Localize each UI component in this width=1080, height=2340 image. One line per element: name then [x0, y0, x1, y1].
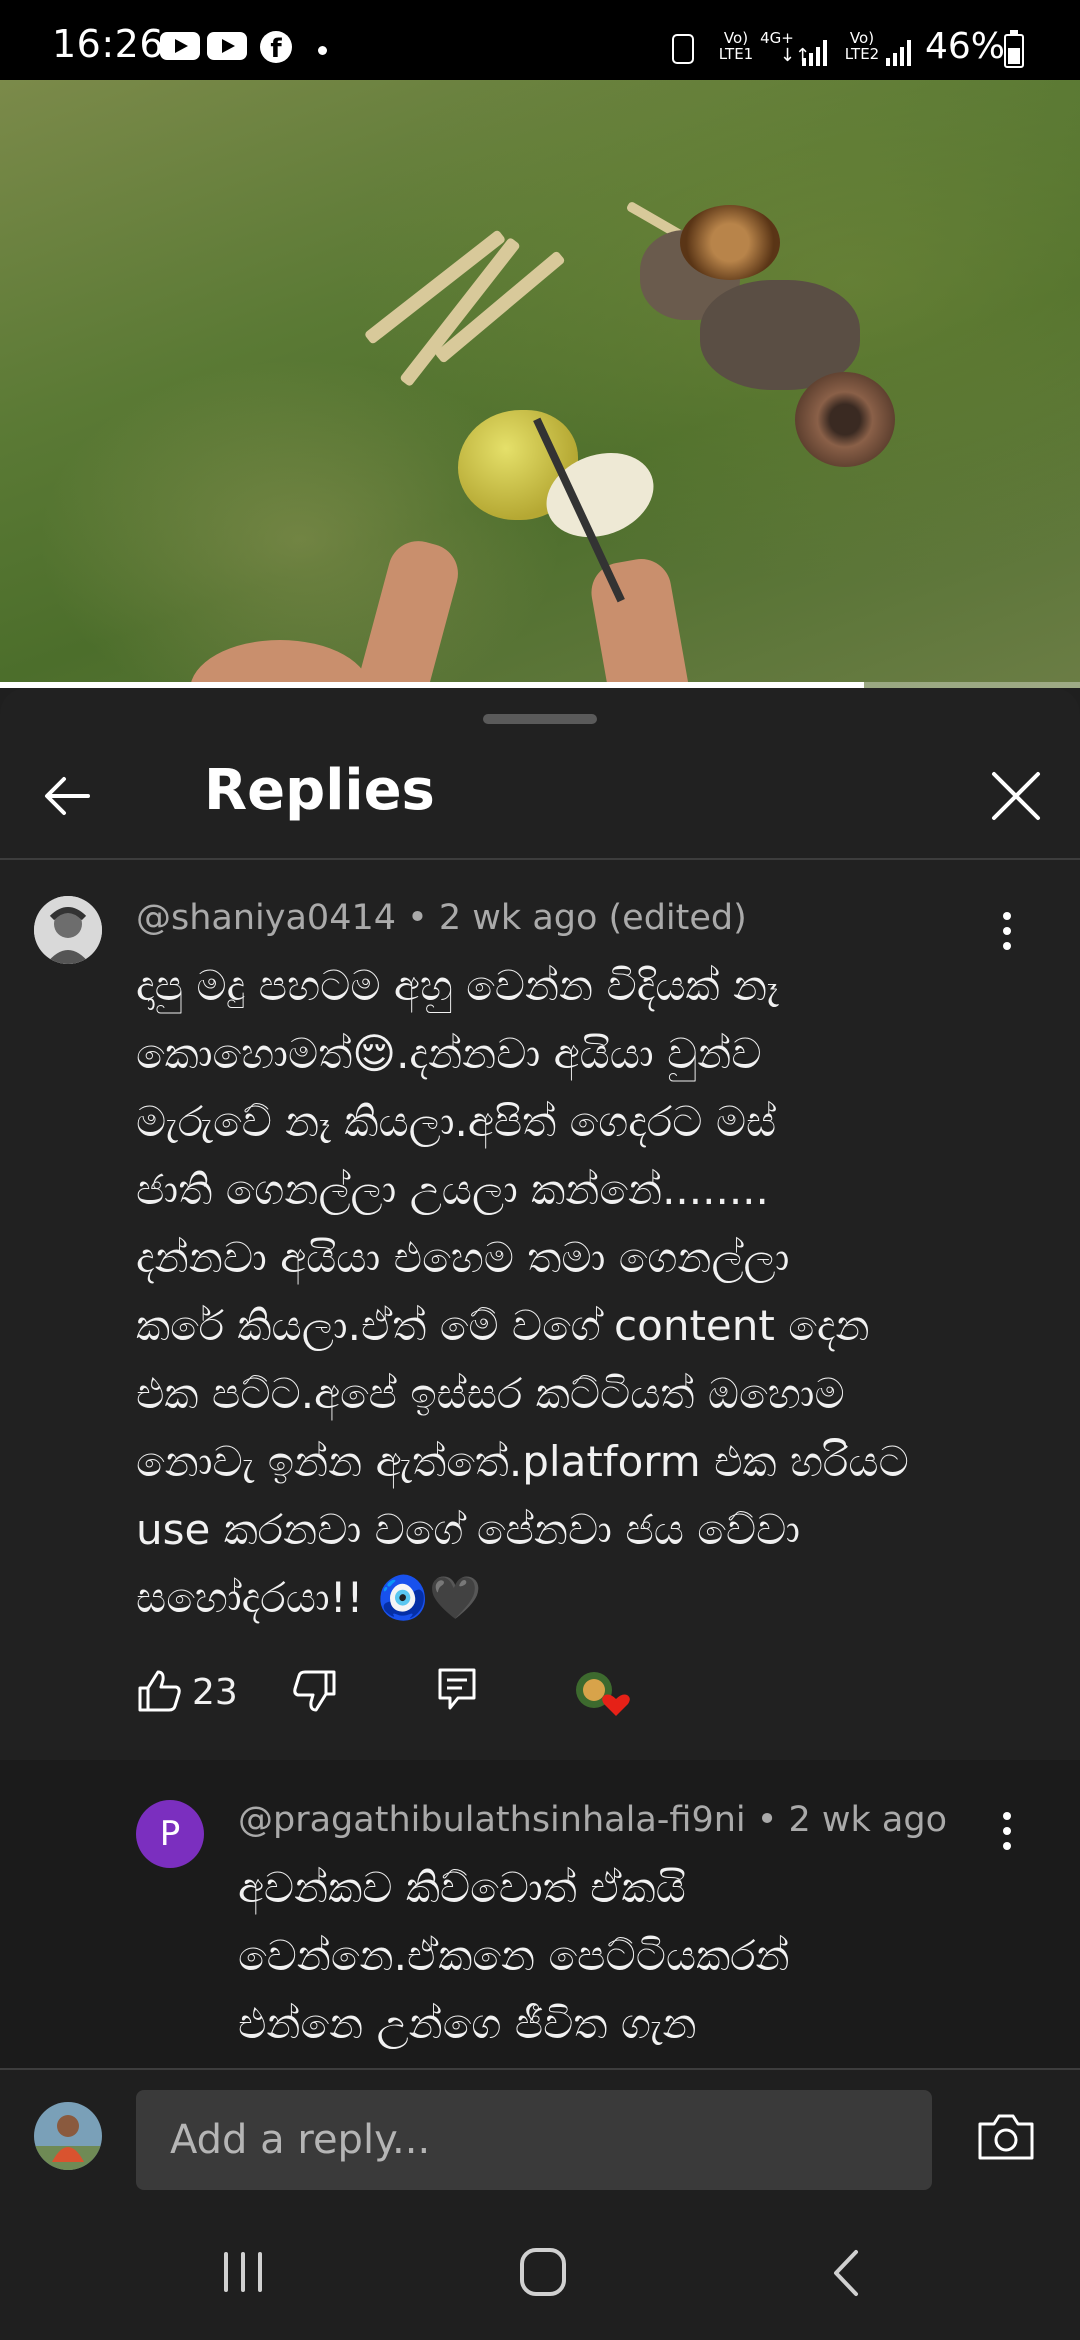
drag-handle[interactable] — [483, 714, 597, 724]
clay-lid — [795, 372, 895, 467]
status-bar: 16:26 f Vo) LTE1 4G+ ↓↑ Vo) LTE2 46% — [0, 0, 1080, 80]
more-vert-icon — [1003, 912, 1011, 950]
reply-icon — [438, 1668, 476, 1710]
signal-strength-icon — [802, 38, 832, 66]
hand — [190, 640, 370, 688]
close-button[interactable] — [986, 766, 1046, 826]
system-navigation-bar — [0, 2200, 1080, 2340]
sim2-label: Vo) LTE2 — [844, 29, 880, 63]
arrow-left-icon — [45, 777, 90, 815]
hand — [345, 534, 465, 688]
creator-heart-icon — [576, 1672, 630, 1716]
creator-heart — [572, 1670, 632, 1720]
status-time: 16:26 — [52, 22, 165, 66]
battery-saver-icon — [672, 34, 694, 64]
recents-icon — [224, 2252, 262, 2292]
home-button[interactable] — [518, 2246, 568, 2298]
more-notifications-dot-icon — [318, 46, 327, 55]
comment-more-button[interactable] — [994, 906, 1020, 956]
thumbs-up-icon — [138, 1670, 181, 1712]
comment-author-meta[interactable]: @shaniya0414 • 2 wk ago (edited) — [136, 898, 747, 938]
user-avatar-icon — [34, 896, 102, 964]
camera-button[interactable] — [976, 2112, 1036, 2162]
reply-button[interactable] — [432, 1664, 482, 1714]
replies-panel: Replies @shaniya0414 • 2 wk ago (edited)… — [0, 688, 1080, 2068]
battery-percentage: 46% — [925, 26, 1006, 67]
reply-text: අවන්කව කිව්වොත් ඒකයි වෙන්නෙ.ඒකනෙ පෙට්ටිය… — [238, 1863, 790, 2048]
current-user-avatar-icon — [34, 2102, 102, 2170]
signal-strength-icon — [886, 38, 916, 66]
clay-pot — [680, 205, 780, 280]
avatar — [34, 2102, 102, 2170]
video-player[interactable] — [0, 80, 1080, 688]
close-icon — [992, 772, 1040, 820]
thumbs-down-icon — [293, 1670, 336, 1712]
comment-text: දාපු මදු පහටම අහු වෙන්න විදියක් නෑ කොහොම… — [136, 961, 909, 1622]
battery-icon — [1004, 30, 1024, 68]
reply-input[interactable] — [136, 2090, 932, 2190]
home-icon — [520, 2248, 566, 2296]
facebook-notification-icon: f — [260, 31, 292, 64]
camera-icon — [978, 2114, 1034, 2160]
youtube-notification-icon — [160, 32, 200, 60]
nav-back-icon — [834, 2250, 858, 2296]
youtube-notification-icon — [207, 32, 247, 60]
more-vert-icon — [1003, 1812, 1011, 1850]
recents-button[interactable] — [218, 2250, 268, 2294]
avatar[interactable]: P — [136, 1800, 204, 1868]
dislike-button[interactable] — [290, 1666, 340, 1716]
hand — [586, 554, 694, 688]
like-count: 23 — [192, 1672, 238, 1713]
header-divider — [0, 858, 1080, 860]
back-button[interactable] — [38, 766, 98, 826]
reply-thread-item: P @pragathibulathsinhala-fi9ni • 2 wk ag… — [0, 1760, 1080, 2068]
reply-input-bar — [0, 2068, 1080, 2200]
reply-more-button[interactable] — [994, 1806, 1020, 1856]
reply-author-meta[interactable]: @pragathibulathsinhala-fi9ni • 2 wk ago — [238, 1800, 947, 1840]
network-type-label: 4G+ — [760, 29, 794, 47]
panel-title: Replies — [204, 758, 435, 823]
avatar[interactable] — [34, 896, 102, 964]
nav-back-button[interactable] — [826, 2248, 866, 2298]
like-button[interactable] — [134, 1666, 184, 1716]
